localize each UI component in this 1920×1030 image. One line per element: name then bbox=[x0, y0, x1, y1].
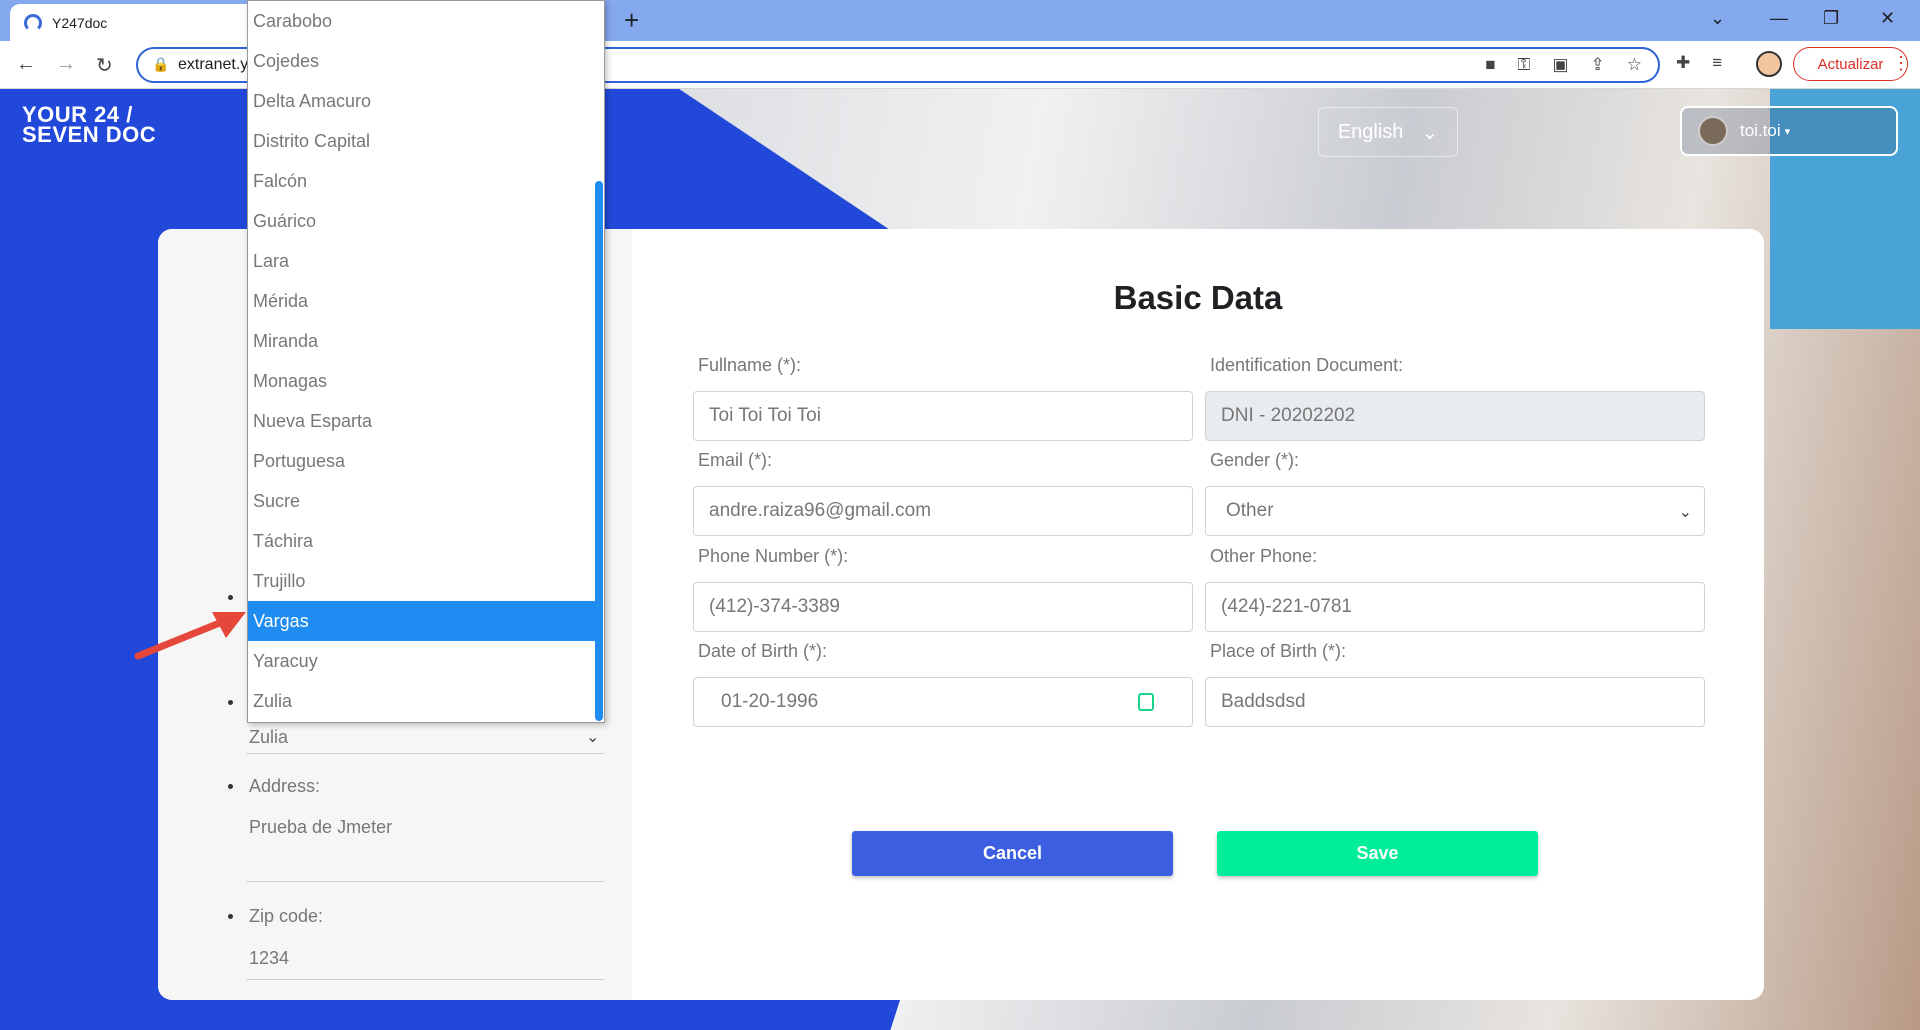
dropdown-option[interactable]: Mérida bbox=[248, 281, 596, 321]
chevron-down-icon: ⌄ bbox=[586, 729, 600, 746]
gender-label: Gender (*): bbox=[1210, 450, 1300, 470]
other-phone-value: (424)-221-0781 bbox=[1221, 596, 1352, 617]
pob-label: Place of Birth (*): bbox=[1210, 641, 1347, 661]
dropdown-option[interactable]: Portuguesa bbox=[248, 441, 596, 481]
phone-value: (412)-374-3389 bbox=[709, 596, 840, 617]
dob-value: 01-20-1996 bbox=[721, 691, 819, 712]
dropdown-option[interactable]: Guárico bbox=[248, 201, 596, 241]
dropdown-option[interactable]: Distrito Capital bbox=[248, 121, 596, 161]
dropdown-option[interactable]: Sucre bbox=[248, 481, 596, 521]
chevron-down-icon: ⌄ bbox=[1421, 121, 1439, 144]
gender-value: Other bbox=[1226, 500, 1274, 521]
id-document-label: Identification Document: bbox=[1210, 355, 1404, 375]
divider bbox=[246, 753, 604, 754]
user-avatar bbox=[1698, 116, 1728, 146]
caret-down-icon: ▾ bbox=[1784, 125, 1791, 138]
cancel-button[interactable]: Cancel bbox=[852, 831, 1173, 876]
dob-label: Date of Birth (*): bbox=[698, 641, 828, 661]
dropdown-option[interactable]: Nueva Esparta bbox=[248, 401, 596, 441]
language-select[interactable]: English ⌄ bbox=[1318, 107, 1458, 157]
address-field[interactable]: Prueba de Jmeter bbox=[249, 817, 392, 838]
divider bbox=[246, 979, 604, 980]
forward-icon[interactable]: → bbox=[56, 53, 76, 76]
update-button[interactable]: Actualizar bbox=[1793, 47, 1908, 81]
dropdown-option[interactable]: Monagas bbox=[248, 361, 596, 401]
address-label: Address: bbox=[249, 776, 321, 796]
calendar-icon[interactable] bbox=[1138, 693, 1154, 711]
key-icon[interactable]: ⚿ bbox=[1518, 55, 1531, 75]
pob-value: Baddsdsd bbox=[1221, 691, 1306, 712]
gender-select[interactable]: Other ⌄ bbox=[1205, 486, 1705, 536]
dob-input[interactable]: 01-20-1996 bbox=[693, 677, 1193, 727]
dropdown-option[interactable]: Cojedes bbox=[248, 41, 596, 81]
site-favicon-icon bbox=[24, 13, 42, 32]
reading-list-icon[interactable]: ≡ bbox=[1712, 53, 1722, 73]
dropdown-option[interactable]: Trujillo bbox=[248, 561, 596, 601]
close-window-icon[interactable]: ✕ bbox=[1880, 8, 1895, 29]
list-bullet bbox=[228, 784, 233, 789]
reload-icon[interactable]: ↻ bbox=[96, 53, 113, 78]
list-bullet bbox=[228, 914, 233, 919]
page-title: Basic Data bbox=[1113, 279, 1283, 316]
username: toi.toi bbox=[1740, 121, 1781, 140]
dropdown-option[interactable]: Zulia bbox=[248, 681, 596, 721]
state-value: Zulia bbox=[249, 727, 289, 747]
dropdown-option[interactable]: Táchira bbox=[248, 521, 596, 561]
divider bbox=[246, 881, 604, 882]
fullname-input[interactable]: Toi Toi Toi Toi bbox=[693, 391, 1193, 441]
zip-field[interactable]: 1234 bbox=[249, 948, 289, 969]
tab-title: Y247doc bbox=[52, 14, 108, 31]
app-logo[interactable]: YOUR 24 / SEVEN DOC bbox=[22, 104, 157, 147]
email-input[interactable]: andre.raiza96@gmail.com bbox=[693, 486, 1193, 536]
camera-icon[interactable]: ■ bbox=[1485, 55, 1495, 75]
pob-input[interactable]: Baddsdsd bbox=[1205, 677, 1705, 727]
extensions-icon[interactable]: ✚ bbox=[1676, 53, 1690, 73]
dropdown-option[interactable]: Lara bbox=[248, 241, 596, 281]
id-document-input: DNI - 20202202 bbox=[1205, 391, 1705, 441]
other-phone-label: Other Phone: bbox=[1210, 546, 1318, 566]
tab-search-icon[interactable]: ⌄ bbox=[1710, 8, 1725, 29]
other-phone-input[interactable]: (424)-221-0781 bbox=[1205, 582, 1705, 632]
dropdown-option[interactable]: Miranda bbox=[248, 321, 596, 361]
list-bullet bbox=[228, 595, 233, 600]
restore-icon[interactable]: ❐ bbox=[1823, 8, 1839, 29]
email-value: andre.raiza96@gmail.com bbox=[709, 500, 932, 521]
url-text: extranet.y bbox=[178, 56, 249, 73]
fullname-label: Fullname (*): bbox=[698, 355, 802, 375]
fullname-value: Toi Toi Toi Toi bbox=[709, 405, 821, 426]
dropdown-option[interactable]: Delta Amacuro bbox=[248, 81, 596, 121]
browser-tab[interactable]: Y247doc bbox=[10, 4, 260, 41]
dropdown-option[interactable]: Carabobo bbox=[248, 1, 596, 41]
language-value: English bbox=[1337, 120, 1404, 143]
list-bullet bbox=[228, 700, 233, 705]
chevron-down-icon: ⌄ bbox=[1678, 504, 1692, 521]
profile-avatar[interactable] bbox=[1756, 51, 1782, 77]
save-button[interactable]: Save bbox=[1217, 831, 1538, 876]
dropdown-option[interactable]: Falcón bbox=[248, 161, 596, 201]
lock-icon: 🔒 bbox=[152, 56, 170, 72]
bookmark-star-icon[interactable]: ☆ bbox=[1627, 55, 1642, 75]
translate-icon[interactable]: ▣ bbox=[1552, 55, 1568, 75]
state-select[interactable]: Zulia bbox=[249, 727, 288, 748]
logo-line-2: SEVEN DOC bbox=[22, 122, 157, 147]
email-label: Email (*): bbox=[698, 450, 773, 470]
back-icon[interactable]: ← bbox=[16, 53, 36, 76]
menu-kebab-icon[interactable]: ⋮ bbox=[1892, 53, 1910, 74]
minimize-icon[interactable]: — bbox=[1770, 8, 1788, 29]
state-dropdown-list[interactable]: Carabobo Cojedes Delta Amacuro Distrito Cap… bbox=[247, 0, 605, 723]
phone-label: Phone Number (*): bbox=[698, 546, 849, 566]
phone-input[interactable]: (412)-374-3389 bbox=[693, 582, 1193, 632]
id-document-value: DNI - 20202202 bbox=[1221, 405, 1356, 426]
share-icon[interactable]: ⇪ bbox=[1591, 55, 1605, 75]
red-arrow-annotation bbox=[134, 612, 246, 660]
user-menu[interactable]: toi.toi ▾ bbox=[1680, 106, 1898, 156]
scrollbar-thumb[interactable] bbox=[595, 181, 603, 721]
new-tab-button[interactable]: + bbox=[624, 6, 639, 34]
dropdown-option[interactable]: Yaracuy bbox=[248, 641, 596, 681]
dropdown-option[interactable]: Vargas bbox=[248, 601, 596, 641]
zip-label: Zip code: bbox=[249, 906, 324, 926]
